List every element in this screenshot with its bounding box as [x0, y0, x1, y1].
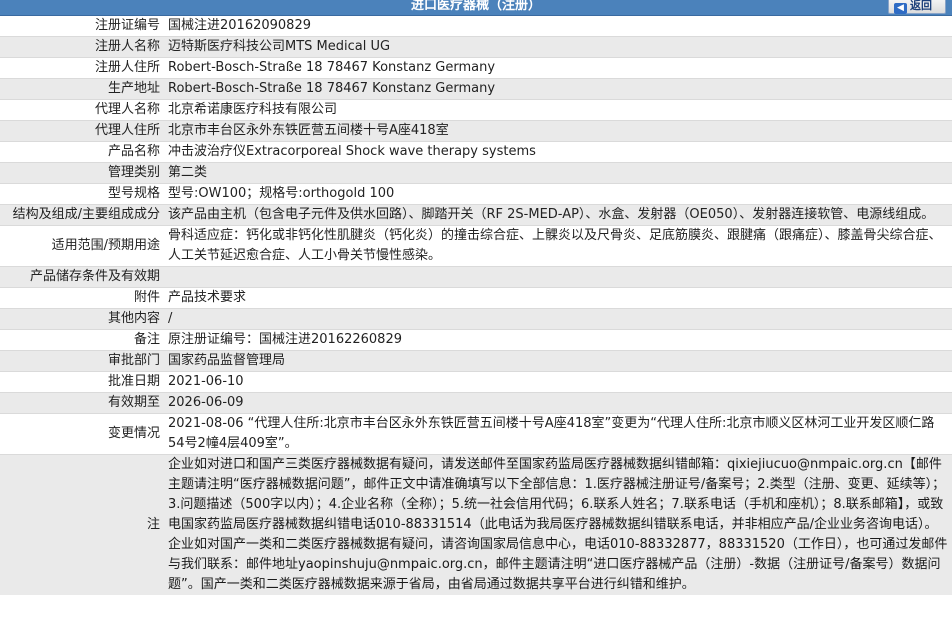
field-value: 北京市丰台区永外东铁匠营五间楼十号A座418室 [164, 120, 952, 142]
note-row: 注企业如对进口和国产三类医疗器械数据有疑问，请发送邮件至国家药监局医疗器械数据纠… [0, 454, 952, 595]
field-label: 审批部门 [0, 350, 164, 372]
table-row: 代理人住所 北京市丰台区永外东铁匠营五间楼十号A座418室 [0, 120, 952, 142]
field-label: 附件 [0, 287, 164, 309]
field-value: Robert-Bosch-Straße 18 78467 Konstanz Ge… [164, 78, 952, 100]
field-label: 注册人住所 [0, 57, 164, 79]
note-text: 企业如对进口和国产三类医疗器械数据有疑问，请发送邮件至国家药监局医疗器械数据纠错… [164, 454, 952, 595]
field-label: 变更情况 [0, 413, 164, 455]
table-row: 其他内容 / [0, 308, 952, 330]
table-row: 注册人住所 Robert-Bosch-Straße 18 78467 Konsta… [0, 57, 952, 79]
table-row: 代理人名称 北京希诺康医疗科技有限公司 [0, 99, 952, 121]
field-value: 2021-06-10 [164, 371, 952, 393]
note-label: 注 [0, 454, 164, 595]
field-label: 适用范围/预期用途 [0, 225, 164, 267]
field-label: 批准日期 [0, 371, 164, 393]
field-value: 迈特斯医疗科技公司MTS Medical UG [164, 36, 952, 58]
table-row: 注册人名称 迈特斯医疗科技公司MTS Medical UG [0, 36, 952, 58]
table-row: 审批部门 国家药品监督管理局 [0, 350, 952, 372]
back-button[interactable]: ◀ 返回 [888, 0, 946, 14]
field-value: 该产品由主机（包含电子元件及供水回路）、脚踏开关（RF 2S-MED-AP）、水… [164, 204, 952, 226]
detail-table: 注册证编号 国械注进20162090829 注册人名称 迈特斯医疗科技公司MTS Me… [0, 16, 952, 595]
table-row: 有效期至 2026-06-09 [0, 392, 952, 414]
table-row: 注册证编号 国械注进20162090829 [0, 16, 952, 37]
field-value: 北京希诺康医疗科技有限公司 [164, 99, 952, 121]
field-value: 冲击波治疗仪Extracorporeal Shock wave therapy … [164, 141, 952, 163]
back-arrow-icon: ◀ [894, 3, 907, 14]
field-label: 备注 [0, 329, 164, 351]
field-label: 型号规格 [0, 183, 164, 205]
field-value: 2021-08-06 “代理人住所:北京市丰台区永外东铁匠营五间楼十号A座418… [164, 413, 952, 455]
table-row: 型号规格 型号:OW100；规格号:orthogold 100 [0, 183, 952, 205]
field-value: Robert-Bosch-Straße 18 78467 Konstanz Ge… [164, 57, 952, 79]
field-label: 结构及组成/主要组成成分 [0, 204, 164, 226]
field-label: 有效期至 [0, 392, 164, 414]
table-row: 变更情况 2021-08-06 “代理人住所:北京市丰台区永外东铁匠营五间楼十号A… [0, 413, 952, 455]
field-value: 骨科适应症：钙化或非钙化性肌腱炎（钙化炎）的撞击综合症、上髁炎以及尺骨炎、足底筋… [164, 225, 952, 267]
field-label: 产品储存条件及有效期 [0, 266, 164, 288]
title-bar: 进口医疗器械（注册） ◀ 返回 [0, 0, 952, 16]
table-row: 结构及组成/主要组成成分 该产品由主机（包含电子元件及供水回路）、脚踏开关（RF … [0, 204, 952, 226]
field-value: 国械注进20162090829 [164, 16, 952, 37]
field-value: / [164, 308, 952, 330]
field-label: 代理人名称 [0, 99, 164, 121]
field-value [164, 266, 952, 288]
table-row: 附件 产品技术要求 [0, 287, 952, 309]
field-label: 注册人名称 [0, 36, 164, 58]
table-row: 生产地址 Robert-Bosch-Straße 18 78467 Konstan… [0, 78, 952, 100]
field-value: 型号:OW100；规格号:orthogold 100 [164, 183, 952, 205]
field-value: 第二类 [164, 162, 952, 184]
field-value: 国家药品监督管理局 [164, 350, 952, 372]
table-row: 备注 原注册证编号：国械注进20162260829 [0, 329, 952, 351]
field-label: 产品名称 [0, 141, 164, 163]
field-label: 生产地址 [0, 78, 164, 100]
field-value: 产品技术要求 [164, 287, 952, 309]
table-row: 产品储存条件及有效期 [0, 266, 952, 288]
page-title: 进口医疗器械（注册） [410, 0, 541, 13]
field-value: 2026-06-09 [164, 392, 952, 414]
table-row: 适用范围/预期用途 骨科适应症：钙化或非钙化性肌腱炎（钙化炎）的撞击综合症、上髁炎… [0, 225, 952, 267]
field-value: 原注册证编号：国械注进20162260829 [164, 329, 952, 351]
field-label: 注册证编号 [0, 16, 164, 37]
field-label: 代理人住所 [0, 120, 164, 142]
table-row: 批准日期 2021-06-10 [0, 371, 952, 393]
field-label: 管理类别 [0, 162, 164, 184]
table-row: 管理类别 第二类 [0, 162, 952, 184]
table-row: 产品名称 冲击波治疗仪Extracorporeal Shock wave ther… [0, 141, 952, 163]
back-button-label: 返回 [910, 0, 932, 12]
field-label: 其他内容 [0, 308, 164, 330]
